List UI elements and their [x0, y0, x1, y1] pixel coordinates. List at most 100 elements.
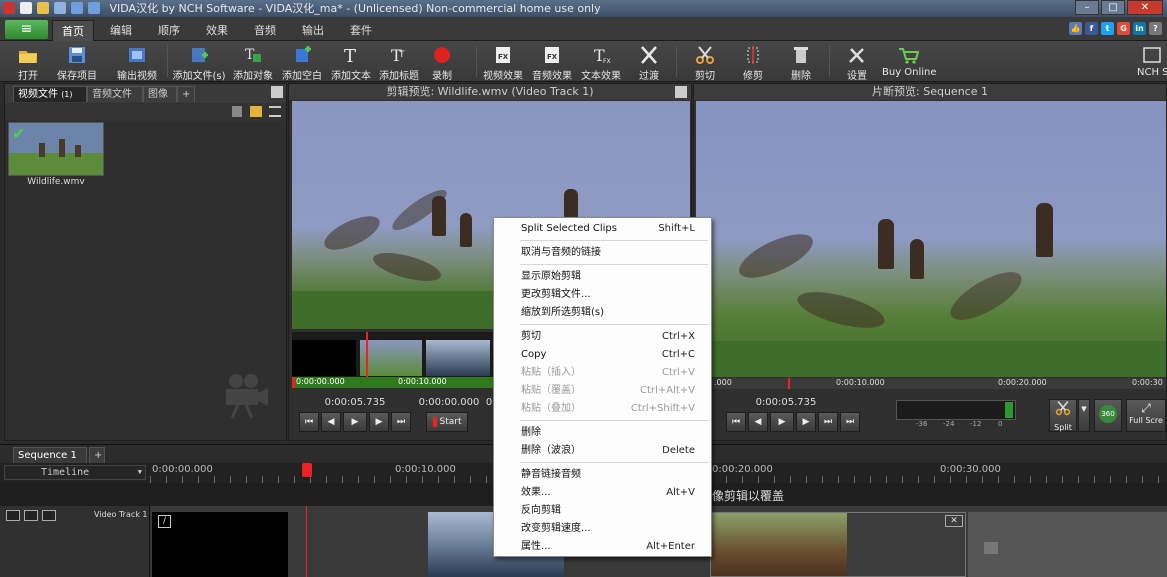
tab-export[interactable]: 输出	[292, 20, 334, 41]
timeline-clip-black[interactable]: /	[152, 512, 288, 577]
export-video-button[interactable]: 输出视频	[112, 42, 162, 82]
redo-icon[interactable]	[88, 2, 100, 14]
minimize-button[interactable]: –	[1075, 0, 1099, 15]
video-effects-button[interactable]: FX 视频效果	[481, 42, 525, 82]
fullscreen-button[interactable]: ⤢ Full Scre	[1126, 399, 1166, 432]
maximize-button[interactable]: □	[1101, 0, 1125, 15]
undo-icon[interactable]	[71, 2, 83, 14]
save-project-button[interactable]: 保存项目	[52, 42, 102, 82]
go-start-button[interactable]: ⏮	[299, 412, 319, 432]
add-title-button[interactable]: TT 添加标题	[377, 42, 421, 82]
view-360-button[interactable]: 360	[1094, 399, 1122, 432]
save-icon[interactable]	[54, 2, 66, 14]
in-point-marker[interactable]	[292, 377, 295, 388]
undock-icon[interactable]	[271, 86, 283, 98]
next-frame-button[interactable]: ▶	[369, 412, 389, 432]
menu-copy[interactable]: Copy Ctrl+C	[494, 346, 711, 364]
clip-thumbnail[interactable]: ✔	[8, 122, 104, 176]
sequence-scrub-bar[interactable]: .000 0:00:10.000 0:00:20.000 0:00:30	[696, 378, 1166, 389]
open-folder-icon[interactable]	[37, 2, 49, 14]
sequence-playhead[interactable]	[788, 378, 790, 389]
menu-cut[interactable]: 剪切 Ctrl+X	[494, 328, 711, 346]
add-folder-icon[interactable]	[250, 106, 262, 117]
clip-playhead[interactable]	[366, 332, 368, 377]
seq-fast-forward-button[interactable]: ⏭	[818, 412, 838, 432]
help-icon[interactable]: ?	[1149, 22, 1162, 35]
menu-mute-linked-audio[interactable]: 静音链接音频	[494, 466, 711, 484]
tab-edit[interactable]: 编辑	[100, 20, 142, 41]
menu-delete[interactable]: 删除	[494, 424, 711, 442]
menu-change-clip-file[interactable]: 更改剪辑文件...	[494, 286, 711, 304]
play-button[interactable]: ▶	[343, 412, 367, 432]
menu-properties[interactable]: 属性... Alt+Enter	[494, 538, 711, 556]
menu-effects[interactable]: 效果... Alt+V	[494, 484, 711, 502]
tab-images[interactable]: 图像	[143, 86, 177, 102]
new-file-icon[interactable]	[20, 2, 32, 14]
add-text-button[interactable]: T 添加文本	[329, 42, 373, 82]
seq-go-end-button[interactable]: ⏭	[840, 412, 860, 432]
tab-suite[interactable]: 套件	[340, 20, 382, 41]
track-toggle-icon[interactable]	[6, 510, 20, 521]
split-button[interactable]: Split	[1049, 399, 1077, 432]
tab-audio[interactable]: 音频	[244, 20, 286, 41]
twitter-icon[interactable]: t	[1101, 22, 1114, 35]
google-plus-icon[interactable]: G	[1117, 22, 1130, 35]
text-effects-button[interactable]: T FX 文本效果	[579, 42, 623, 82]
seq-next-frame-button[interactable]: ▶	[796, 412, 816, 432]
seq-go-start-button[interactable]: ⏮	[726, 412, 746, 432]
close-button[interactable]: ✕	[1127, 0, 1163, 15]
context-menu: Split Selected Clips Shift+L 取消与音频的链接 显示原…	[493, 217, 712, 557]
cut-button[interactable]: 剪切	[684, 42, 726, 82]
sequence-preview-video[interactable]	[696, 101, 1166, 377]
trash-icon[interactable]	[232, 106, 242, 117]
add-blank-button[interactable]: 添加空白	[280, 42, 324, 82]
menu-ripple-delete[interactable]: 删除（波浪） Delete	[494, 442, 711, 460]
menu-show-original-clip[interactable]: 显示原始剪辑	[494, 268, 711, 286]
transition-marker-icon[interactable]: ✕	[945, 515, 963, 527]
go-end-button[interactable]: ⏭	[391, 412, 411, 432]
like-icon[interactable]: 👍	[1069, 22, 1082, 35]
transition-button[interactable]: 过渡	[628, 42, 670, 82]
add-object-button[interactable]: T 添加对象	[231, 42, 275, 82]
lock-icon[interactable]	[42, 510, 56, 521]
nch-suite-icon	[1143, 47, 1161, 63]
add-sequence-button[interactable]: +	[89, 447, 105, 463]
menu-change-clip-speed[interactable]: 改变剪辑速度...	[494, 520, 711, 538]
linkedin-icon[interactable]: in	[1133, 22, 1146, 35]
settings-button[interactable]: 设置	[836, 42, 878, 82]
undock-icon[interactable]	[675, 86, 687, 98]
tab-audio-files[interactable]: 音频文件	[87, 86, 143, 102]
clip-effects-icon[interactable]: /	[158, 515, 171, 528]
menu-split-selected-clips[interactable]: Split Selected Clips Shift+L	[494, 220, 711, 238]
seq-play-button[interactable]: ▶	[770, 412, 794, 432]
tab-sequence[interactable]: 顺序	[148, 20, 190, 41]
menu-reverse-clip[interactable]: 反向剪辑	[494, 502, 711, 520]
trim-button[interactable]: 修剪	[732, 42, 774, 82]
split-dropdown[interactable]: ▼	[1078, 399, 1090, 432]
tab-effects[interactable]: 效果	[196, 20, 238, 41]
app-menu-button[interactable]: ≡	[5, 20, 48, 39]
tab-sequence-1[interactable]: Sequence 1 ✕	[13, 447, 87, 476]
audio-effects-button[interactable]: FX 音频效果	[530, 42, 574, 82]
list-view-icon[interactable]	[269, 106, 281, 117]
facebook-icon[interactable]: f	[1085, 22, 1098, 35]
menu-unlink-audio[interactable]: 取消与音频的链接	[494, 244, 711, 262]
timeline-dropdown[interactable]: Timeline ▼	[4, 465, 146, 480]
tab-video-files[interactable]: 视频文件 (1)	[13, 86, 87, 102]
nch-suite-button[interactable]: NCH S	[1137, 42, 1167, 81]
add-files-button[interactable]: 添加文件(s)	[172, 42, 226, 82]
open-button[interactable]: 打开	[8, 42, 48, 82]
prev-frame-button[interactable]: ◀	[321, 412, 341, 432]
seq-prev-frame-button[interactable]: ◀	[748, 412, 768, 432]
record-button[interactable]: 录制	[426, 42, 458, 82]
timeline-clip-selected[interactable]: ✕	[710, 512, 966, 577]
menu-zoom-to-selected[interactable]: 缩放到所选剪辑(s)	[494, 304, 711, 322]
timeline-playhead-handle[interactable]	[302, 463, 312, 477]
delete-button[interactable]: 删除	[780, 42, 822, 82]
buy-online-button[interactable]: Buy Online	[882, 42, 937, 81]
set-start-button[interactable]: Start	[426, 412, 468, 432]
tab-home[interactable]: 首页	[52, 20, 94, 41]
add-bin-tab-button[interactable]: +	[177, 86, 195, 102]
eye-icon[interactable]	[24, 510, 38, 521]
empty-track-area[interactable]	[968, 512, 1167, 577]
